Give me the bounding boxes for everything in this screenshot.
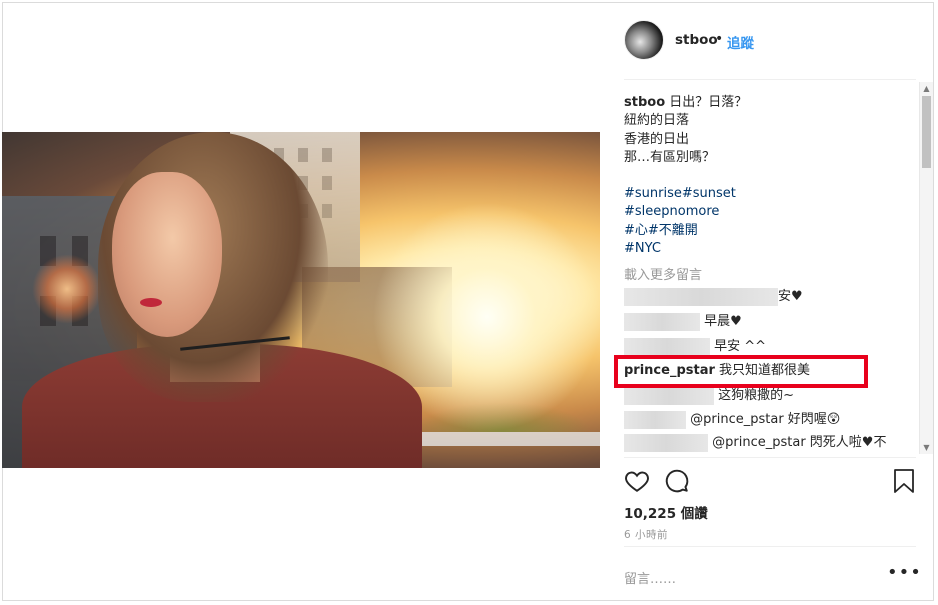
comment-item: 安♥: [624, 288, 803, 306]
comment-bubble-icon[interactable]: [664, 468, 690, 494]
comment-text: @prince_pstar 閃死人啦♥不: [712, 435, 887, 450]
like-heart-icon[interactable]: [624, 468, 650, 494]
caption: stboo 日出？日落？ 紐約的日落 香港的日出 那…有區別嗎？ #sunris…: [624, 94, 914, 258]
caption-line: 香港的日出: [624, 131, 690, 147]
bookmark-icon[interactable]: [892, 468, 916, 494]
hashtag-link[interactable]: #sunrise#sunset: [624, 185, 914, 203]
post-photo[interactable]: [2, 132, 600, 468]
comment-item: @prince_pstar 好閃喔😲: [624, 411, 840, 429]
lens-flare: [32, 254, 102, 324]
divider-bottom: [624, 546, 916, 547]
follow-button[interactable]: 追蹤: [727, 32, 754, 52]
hashtag-link[interactable]: #NYC: [624, 240, 914, 258]
post-sidebar: stboo • 追蹤 stboo 日出？日落？ 紐約的日落 香港的日出 那…有區…: [606, 2, 934, 601]
scrollbar-thumb[interactable]: [922, 96, 931, 168]
scroll-down-arrow-icon[interactable]: ▼: [920, 443, 933, 452]
comment-text: 安♥: [778, 289, 803, 304]
divider-actions: [624, 457, 916, 458]
caption-line: 那…有區別嗎？: [624, 149, 716, 165]
divider-top: [624, 79, 916, 80]
comment-text: @prince_pstar 好閃喔😲: [690, 412, 841, 427]
redacted-username: [624, 387, 714, 405]
redacted-username: [624, 313, 700, 331]
woman-lips: [140, 298, 162, 307]
hashtag-link[interactable]: #sleepnomore: [624, 203, 914, 221]
comments-scrollbar[interactable]: ▲ ▼: [919, 82, 933, 454]
comment-text: 早晨♥: [704, 314, 742, 329]
caption-line: 日出？日落？: [669, 95, 748, 110]
comment-item: 早晨♥: [624, 313, 742, 331]
avatar[interactable]: [624, 20, 664, 60]
highlight-box: [614, 355, 868, 388]
post-header: stboo • 追蹤: [606, 20, 916, 64]
comment-item: 早安 ^^: [624, 338, 766, 356]
header-separator: •: [715, 31, 724, 47]
comment-text: 早安 ^^: [714, 339, 767, 354]
caption-line: 紐約的日落: [624, 113, 690, 129]
redacted-username: [624, 434, 708, 452]
post-timestamp[interactable]: 6 小時前: [624, 527, 668, 542]
comment-text: 这狗粮撒的~: [718, 388, 795, 403]
likes-count[interactable]: 10,225 個讚: [624, 502, 708, 522]
load-more-comments[interactable]: 載入更多留言: [624, 264, 702, 283]
comment-item: @prince_pstar 閃死人啦♥不: [624, 434, 886, 452]
railing: [402, 432, 600, 446]
comment-item: 这狗粮撒的~: [624, 387, 794, 405]
comment-input[interactable]: 留言……: [624, 568, 676, 587]
hashtag-link[interactable]: #心#不離開: [624, 222, 914, 240]
caption-username[interactable]: stboo: [624, 95, 665, 110]
action-bar: [624, 468, 916, 498]
redacted-username: [624, 288, 778, 306]
woman-face: [112, 172, 222, 337]
redacted-username: [624, 338, 710, 356]
more-options-icon[interactable]: •••: [887, 562, 922, 583]
redacted-username: [624, 411, 686, 429]
scroll-up-arrow-icon[interactable]: ▲: [920, 84, 933, 93]
username-link[interactable]: stboo: [675, 32, 718, 48]
